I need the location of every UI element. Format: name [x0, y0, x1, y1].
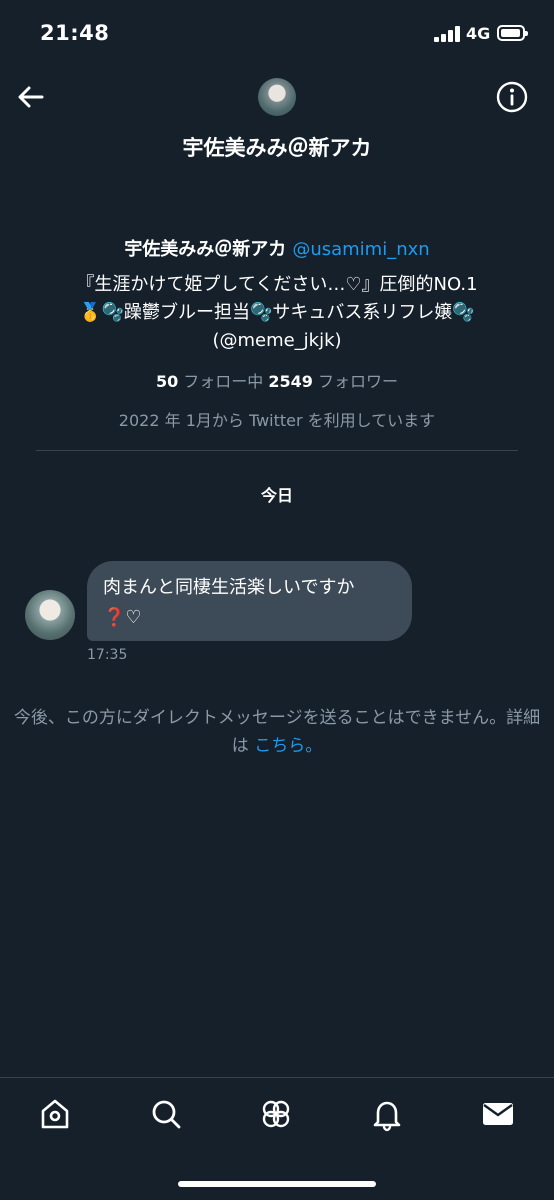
- signal-icon: [434, 26, 462, 42]
- tab-home[interactable]: [37, 1096, 73, 1132]
- joined-date: 2022 年 1月から Twitter を利用しています: [118, 411, 436, 430]
- search-icon: [152, 1100, 181, 1129]
- day-separator: 今日: [260, 486, 293, 505]
- header-avatar[interactable]: [258, 78, 296, 116]
- home-icon: [41, 1099, 69, 1129]
- message-timestamp: 17:35: [87, 647, 128, 663]
- bio-mention[interactable]: (@meme_jkjk): [30, 327, 524, 355]
- message-text: ❓♡: [103, 607, 142, 628]
- bio-line: 🥇🫧躁鬱ブルー担当🫧サキュバス系リフレ嬢🫧: [79, 302, 475, 323]
- dm-disabled-notice: 今後、この方にダイレクトメッセージを送ることはできません。詳細は こちら。: [10, 704, 544, 760]
- tab-messages[interactable]: [480, 1096, 516, 1132]
- notice-link[interactable]: こちら。: [254, 736, 322, 756]
- home-indicator: [178, 1181, 376, 1187]
- following-count: 50: [155, 372, 179, 391]
- tab-notifications[interactable]: [369, 1096, 405, 1132]
- follow-stats: 50 フォロー中 2549 フォロワー: [0, 369, 554, 395]
- followers-label[interactable]: フォロワー: [318, 372, 398, 391]
- following-label[interactable]: フォロー中: [183, 372, 263, 391]
- sender-avatar[interactable]: [25, 590, 75, 640]
- message-bubble[interactable]: 肉まんと同棲生活楽しいですか ❓♡: [87, 561, 412, 641]
- battery-icon: [497, 25, 528, 41]
- status-bar: 21:48 4G: [0, 0, 554, 68]
- followers-count: 2549: [268, 372, 313, 391]
- bio-line: 『生涯かけて姫プしてください…♡』圧倒的NO.1: [76, 274, 478, 295]
- page-title: 宇佐美みみ＠新アカ: [182, 136, 372, 160]
- profile-name: 宇佐美みみ＠新アカ: [124, 239, 287, 260]
- communities-icon: [262, 1100, 290, 1128]
- status-time: 21:48: [40, 21, 110, 45]
- tab-communities[interactable]: [258, 1096, 294, 1132]
- network-type: 4G: [466, 24, 491, 43]
- conversation-header: 宇佐美みみ＠新アカ: [0, 68, 554, 168]
- divider: [36, 450, 518, 451]
- message-text: 肉まんと同棲生活楽しいですか: [103, 577, 355, 598]
- info-button[interactable]: [496, 81, 528, 113]
- profile-handle[interactable]: @usamimi_nxn: [292, 239, 429, 260]
- tab-search[interactable]: [148, 1096, 184, 1132]
- bell-icon: [373, 1101, 401, 1132]
- envelope-icon: [483, 1103, 513, 1125]
- profile-bio: 『生涯かけて姫プしてください…♡』圧倒的NO.1 🥇🫧躁鬱ブルー担当🫧サキュバス…: [0, 271, 554, 355]
- arrow-left-icon: [18, 86, 44, 108]
- back-button[interactable]: [14, 80, 48, 114]
- info-icon: [496, 81, 528, 113]
- profile-summary: 宇佐美みみ＠新アカ @usamimi_nxn 『生涯かけて姫プしてください…♡』圧…: [0, 235, 554, 433]
